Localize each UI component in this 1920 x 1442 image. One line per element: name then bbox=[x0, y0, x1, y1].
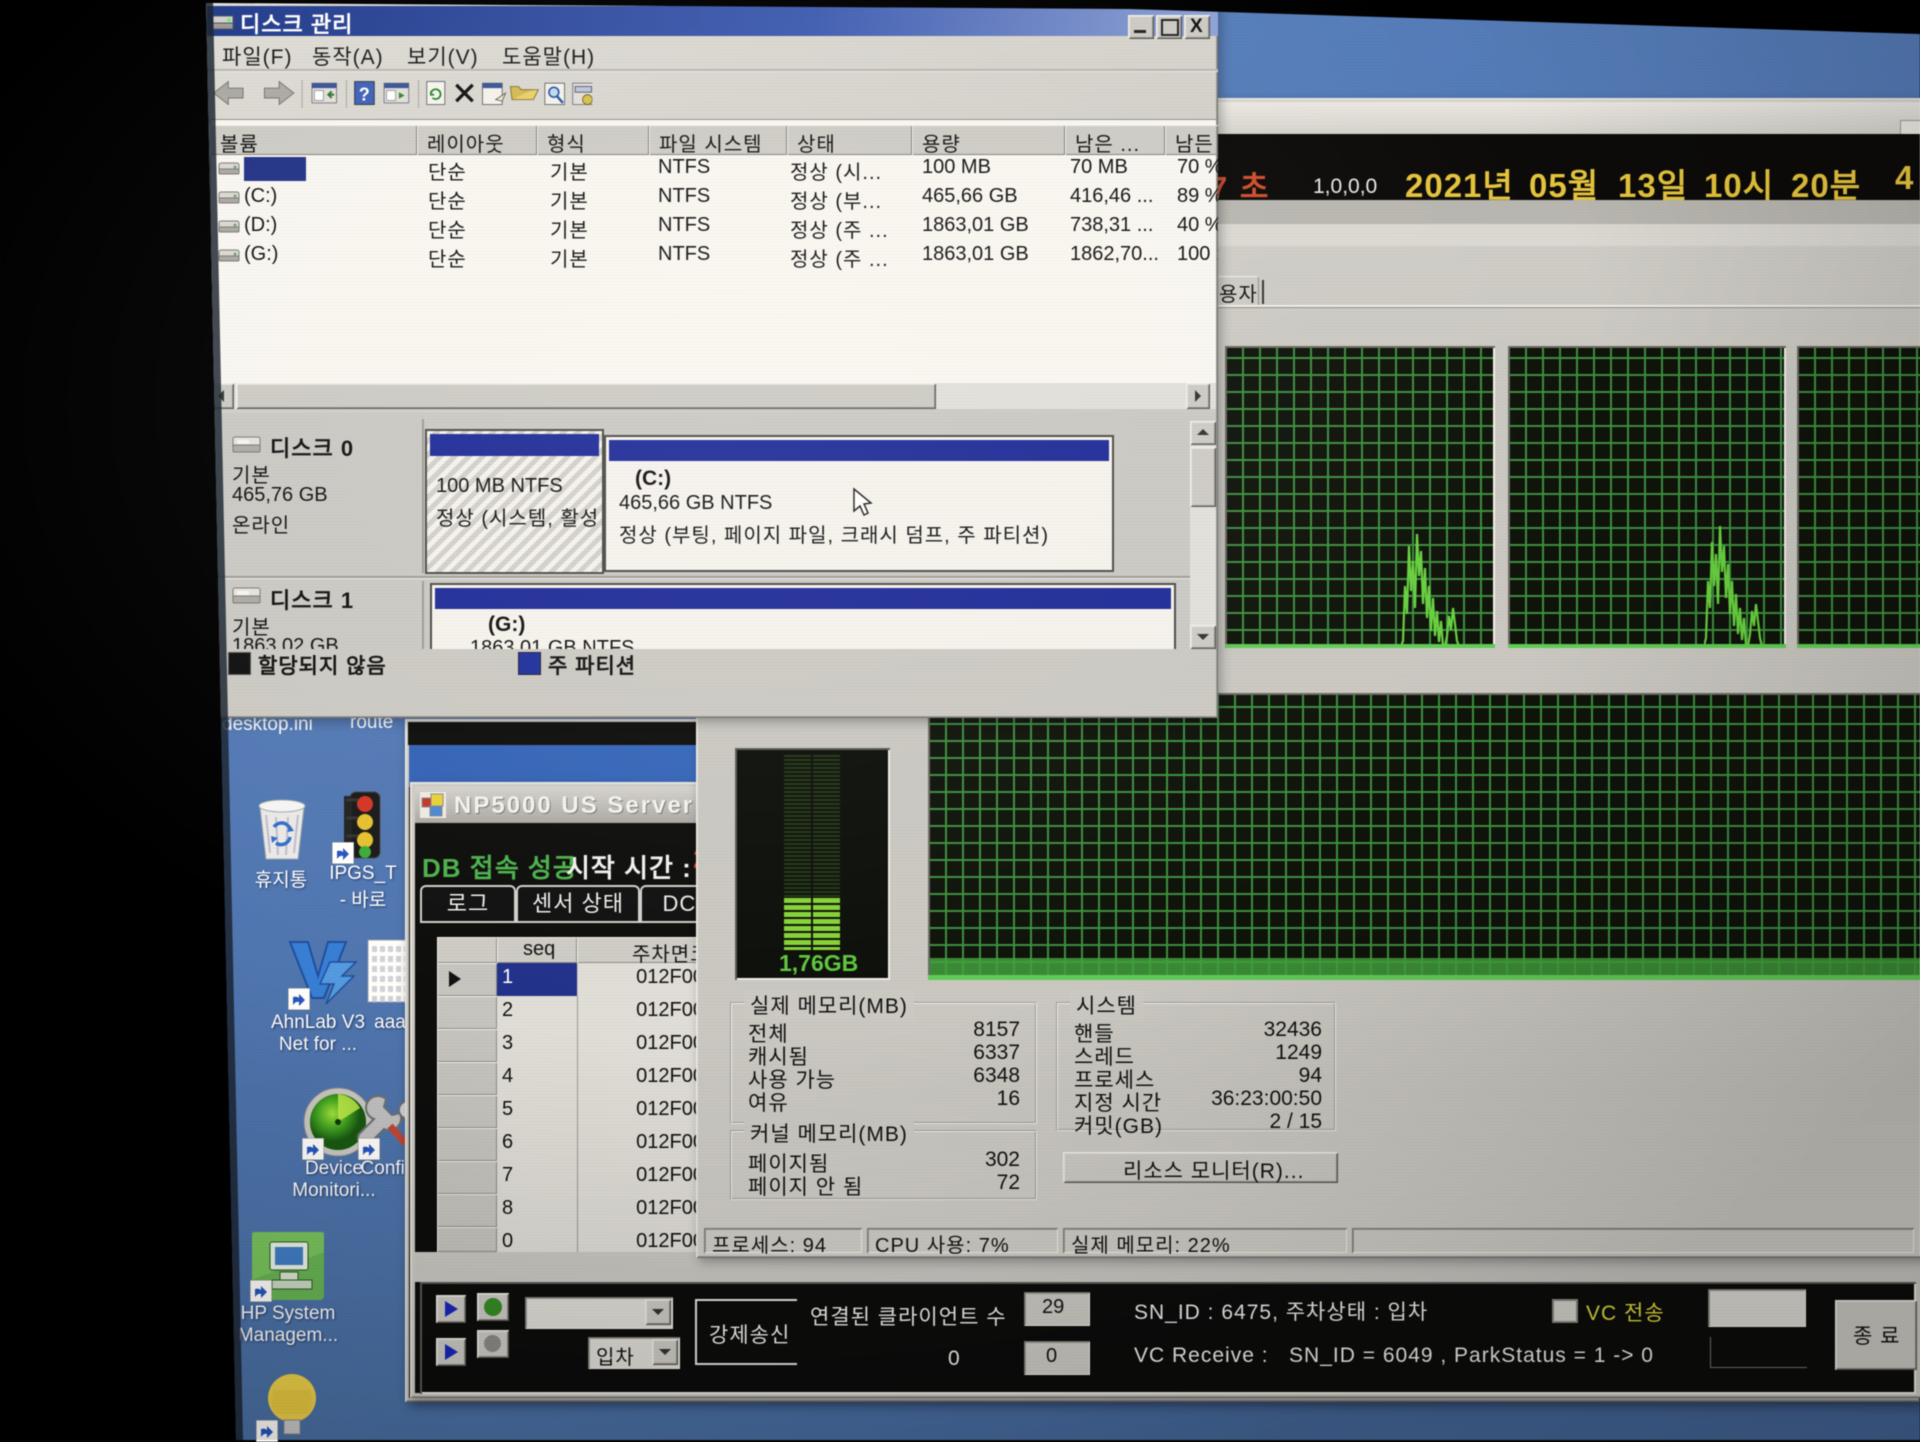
svg-text:?: ? bbox=[359, 84, 370, 104]
